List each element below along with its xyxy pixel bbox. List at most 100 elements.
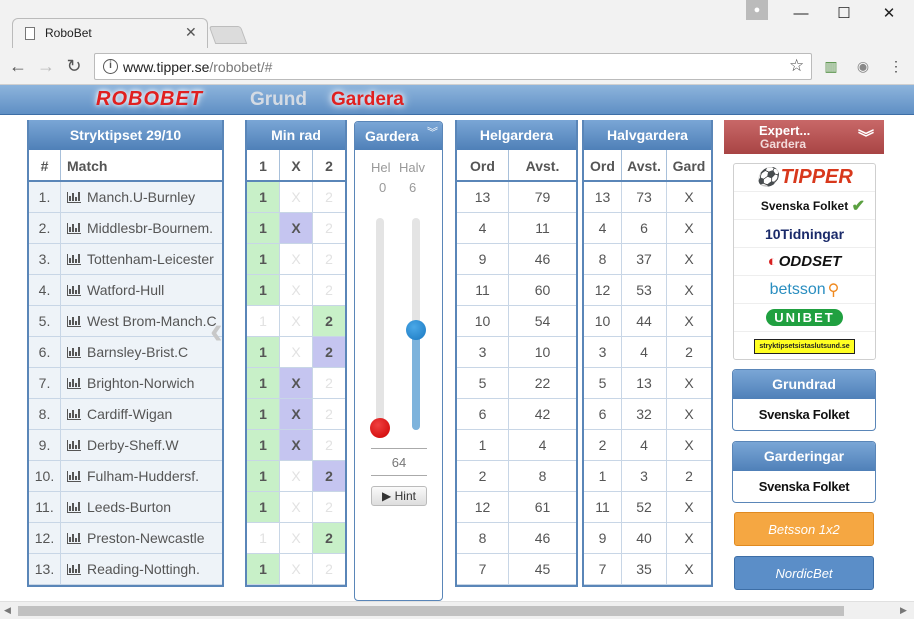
bar-chart-icon[interactable] bbox=[67, 502, 81, 513]
match-name[interactable]: Tottenham-Leicester bbox=[61, 244, 222, 274]
pick-x-cell[interactable]: X bbox=[280, 399, 313, 429]
back-icon[interactable]: ← bbox=[6, 54, 30, 78]
pick-2-cell[interactable]: 2 bbox=[313, 275, 345, 305]
match-name[interactable]: Middlesbr-Bournem. bbox=[61, 213, 222, 243]
pick-2-cell[interactable]: 2 bbox=[313, 213, 345, 243]
reload-icon[interactable]: ↻ bbox=[62, 54, 86, 78]
window-close-button[interactable]: ✕ bbox=[874, 4, 904, 24]
scrollbar-thumb[interactable] bbox=[18, 606, 844, 616]
bar-chart-icon[interactable] bbox=[67, 316, 81, 327]
grundrad-box[interactable]: Grundrad Svenska Folket bbox=[732, 369, 876, 431]
pick-x-cell[interactable]: X bbox=[280, 275, 313, 305]
pick-1-cell[interactable]: 1 bbox=[247, 337, 280, 367]
bar-chart-icon[interactable] bbox=[67, 223, 81, 234]
bar-chart-icon[interactable] bbox=[67, 409, 81, 420]
pick-2-cell[interactable]: 2 bbox=[313, 244, 345, 274]
match-row[interactable]: 12. Preston-Newcastle bbox=[29, 523, 222, 554]
nordicbet-button[interactable]: NordicBet bbox=[734, 556, 874, 590]
hint-button[interactable]: ▶ Hint bbox=[371, 486, 427, 506]
match-row[interactable]: 13. Reading-Nottingh. bbox=[29, 554, 222, 585]
bar-chart-icon[interactable] bbox=[67, 254, 81, 265]
pick-x-cell[interactable]: X bbox=[280, 213, 313, 243]
pick-2-cell[interactable]: 2 bbox=[313, 182, 345, 212]
extension-icon[interactable]: ◉ bbox=[855, 58, 871, 74]
pick-1-cell[interactable]: 1 bbox=[247, 306, 280, 336]
pick-2-cell[interactable]: 2 bbox=[313, 399, 345, 429]
pick-2-cell[interactable]: 2 bbox=[313, 368, 345, 398]
match-row[interactable]: 6. Barnsley-Brist.C bbox=[29, 337, 222, 368]
match-name[interactable]: Barnsley-Brist.C bbox=[61, 337, 222, 367]
pick-x-cell[interactable]: X bbox=[280, 368, 313, 398]
expert-gardera-button[interactable]: Expert... Gardera ︾ bbox=[724, 120, 884, 154]
pick-2-cell[interactable]: 2 bbox=[313, 337, 345, 367]
pick-x-cell[interactable]: X bbox=[280, 430, 313, 460]
info-icon[interactable]: i bbox=[103, 59, 118, 74]
pick-x-cell[interactable]: X bbox=[280, 492, 313, 522]
address-bar[interactable]: i www.tipper.se/robobet/# ☆ bbox=[94, 53, 812, 80]
source-unibet[interactable]: UNIBET bbox=[734, 304, 875, 332]
scroll-left-icon[interactable]: ◀ bbox=[4, 605, 11, 616]
source-tipper[interactable]: ⚽ TIPPER bbox=[734, 164, 875, 192]
match-row[interactable]: 4. Watford-Hull bbox=[29, 275, 222, 306]
match-name[interactable]: Cardiff-Wigan bbox=[61, 399, 222, 429]
url-text[interactable]: www.tipper.se/robobet/# bbox=[123, 59, 272, 75]
match-row[interactable]: 7. Brighton-Norwich bbox=[29, 368, 222, 399]
match-name[interactable]: Preston-Newcastle bbox=[61, 523, 222, 553]
bar-chart-icon[interactable] bbox=[67, 347, 81, 358]
pick-2-cell[interactable]: 2 bbox=[313, 430, 345, 460]
match-row[interactable]: 11. Leeds-Burton bbox=[29, 492, 222, 523]
pick-2-cell[interactable]: 2 bbox=[313, 492, 345, 522]
hel-slider-knob[interactable] bbox=[370, 418, 390, 438]
pick-1-cell[interactable]: 1 bbox=[247, 461, 280, 491]
bar-chart-icon[interactable] bbox=[67, 378, 81, 389]
pick-2-cell[interactable]: 2 bbox=[313, 554, 345, 584]
source-svenska-folket[interactable]: Svenska Folket ✔ bbox=[734, 192, 875, 220]
close-tab-icon[interactable]: ✕ bbox=[185, 24, 197, 41]
maximize-button[interactable]: ☐ bbox=[829, 4, 859, 24]
match-row[interactable]: 5. West Brom-Manch.C bbox=[29, 306, 222, 337]
match-row[interactable]: 2. Middlesbr-Bournem. bbox=[29, 213, 222, 244]
garderingar-box[interactable]: Garderingar Svenska Folket bbox=[732, 441, 876, 503]
hel-slider-track[interactable] bbox=[376, 218, 384, 430]
scroll-right-icon[interactable]: ▶ bbox=[900, 605, 907, 616]
menu-icon[interactable]: ⋮ bbox=[888, 58, 904, 74]
bar-chart-icon[interactable] bbox=[67, 533, 81, 544]
pick-1-cell[interactable]: 1 bbox=[247, 368, 280, 398]
bar-chart-icon[interactable] bbox=[67, 285, 81, 296]
pick-1-cell[interactable]: 1 bbox=[247, 244, 280, 274]
pick-1-cell[interactable]: 1 bbox=[247, 275, 280, 305]
source-oddset[interactable]: ◐ ODDSET bbox=[734, 248, 875, 276]
minimize-button[interactable]: — bbox=[786, 4, 816, 24]
match-name[interactable]: Watford-Hull bbox=[61, 275, 222, 305]
pick-x-cell[interactable]: X bbox=[280, 523, 313, 553]
new-tab-button[interactable] bbox=[208, 26, 248, 44]
pick-1-cell[interactable]: 1 bbox=[247, 430, 280, 460]
pick-2-cell[interactable]: 2 bbox=[313, 523, 345, 553]
pick-x-cell[interactable]: X bbox=[280, 337, 313, 367]
match-name[interactable]: Manch.U-Burnley bbox=[61, 182, 222, 212]
match-row[interactable]: 1. Manch.U-Burnley bbox=[29, 182, 222, 213]
pick-x-cell[interactable]: X bbox=[280, 182, 313, 212]
match-name[interactable]: Brighton-Norwich bbox=[61, 368, 222, 398]
nav-gardera[interactable]: Gardera bbox=[331, 89, 404, 111]
halv-slider-knob[interactable] bbox=[406, 320, 426, 340]
profile-icon[interactable]: ● bbox=[746, 0, 768, 20]
match-name[interactable]: Derby-Sheff.W bbox=[61, 430, 222, 460]
bar-chart-icon[interactable] bbox=[67, 471, 81, 482]
pick-x-cell[interactable]: X bbox=[280, 306, 313, 336]
pick-x-cell[interactable]: X bbox=[280, 554, 313, 584]
bar-chart-icon[interactable] bbox=[67, 192, 81, 203]
pick-x-cell[interactable]: X bbox=[280, 244, 313, 274]
match-name[interactable]: West Brom-Manch.C bbox=[61, 306, 222, 336]
prev-arrow-icon[interactable]: ‹ bbox=[210, 310, 223, 353]
browser-tab[interactable]: RoboBet ✕ bbox=[12, 18, 208, 48]
pick-1-cell[interactable]: 1 bbox=[247, 492, 280, 522]
match-row[interactable]: 10. Fulham-Huddersf. bbox=[29, 461, 222, 492]
bookmark-star-icon[interactable]: ☆ bbox=[789, 56, 804, 76]
match-row[interactable]: 9. Derby-Sheff.W bbox=[29, 430, 222, 461]
nav-grund[interactable]: Grund bbox=[250, 89, 307, 111]
pick-1-cell[interactable]: 1 bbox=[247, 554, 280, 584]
horizontal-scrollbar[interactable]: ◀ ▶ bbox=[0, 601, 914, 619]
source-stryktipset[interactable]: stryktipsetsistaslutsund.se bbox=[734, 332, 875, 360]
chart-extension-icon[interactable]: ▥ bbox=[823, 58, 839, 74]
